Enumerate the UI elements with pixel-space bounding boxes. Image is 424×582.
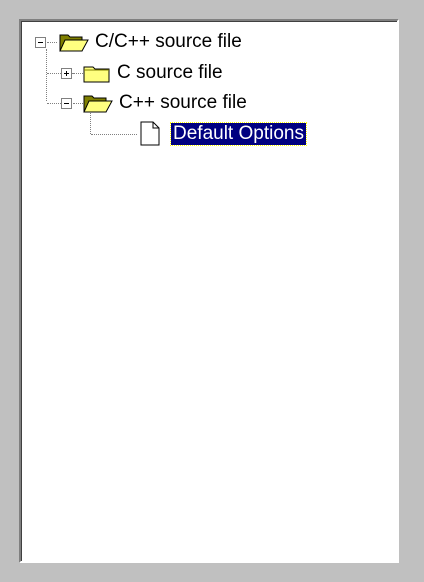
- tree-item-c-source-file[interactable]: C source file: [21, 60, 381, 86]
- collapse-toggle[interactable]: [35, 37, 46, 48]
- folder-open-icon: [59, 34, 89, 52]
- tree-item-label: C source file: [117, 62, 223, 83]
- tree-item-label: C/C++ source file: [95, 31, 242, 52]
- document-icon: [140, 121, 160, 146]
- folder-open-icon: [83, 95, 113, 113]
- tree-item-cc-source-file[interactable]: C/C++ source file: [21, 29, 381, 55]
- dialog-frame: C/C++ source file C source file C++ sour…: [0, 0, 424, 582]
- tree-item-cpp-source-file[interactable]: C++ source file: [21, 90, 381, 116]
- tree-item-label-selected: Default Options: [170, 122, 307, 146]
- tree-view[interactable]: C/C++ source file C source file C++ sour…: [19, 19, 399, 563]
- collapse-toggle[interactable]: [61, 98, 72, 109]
- folder-closed-icon: [83, 66, 110, 83]
- tree-item-default-options[interactable]: Default Options: [21, 121, 381, 147]
- expand-toggle[interactable]: [61, 68, 72, 79]
- tree-item-label: C++ source file: [119, 92, 247, 113]
